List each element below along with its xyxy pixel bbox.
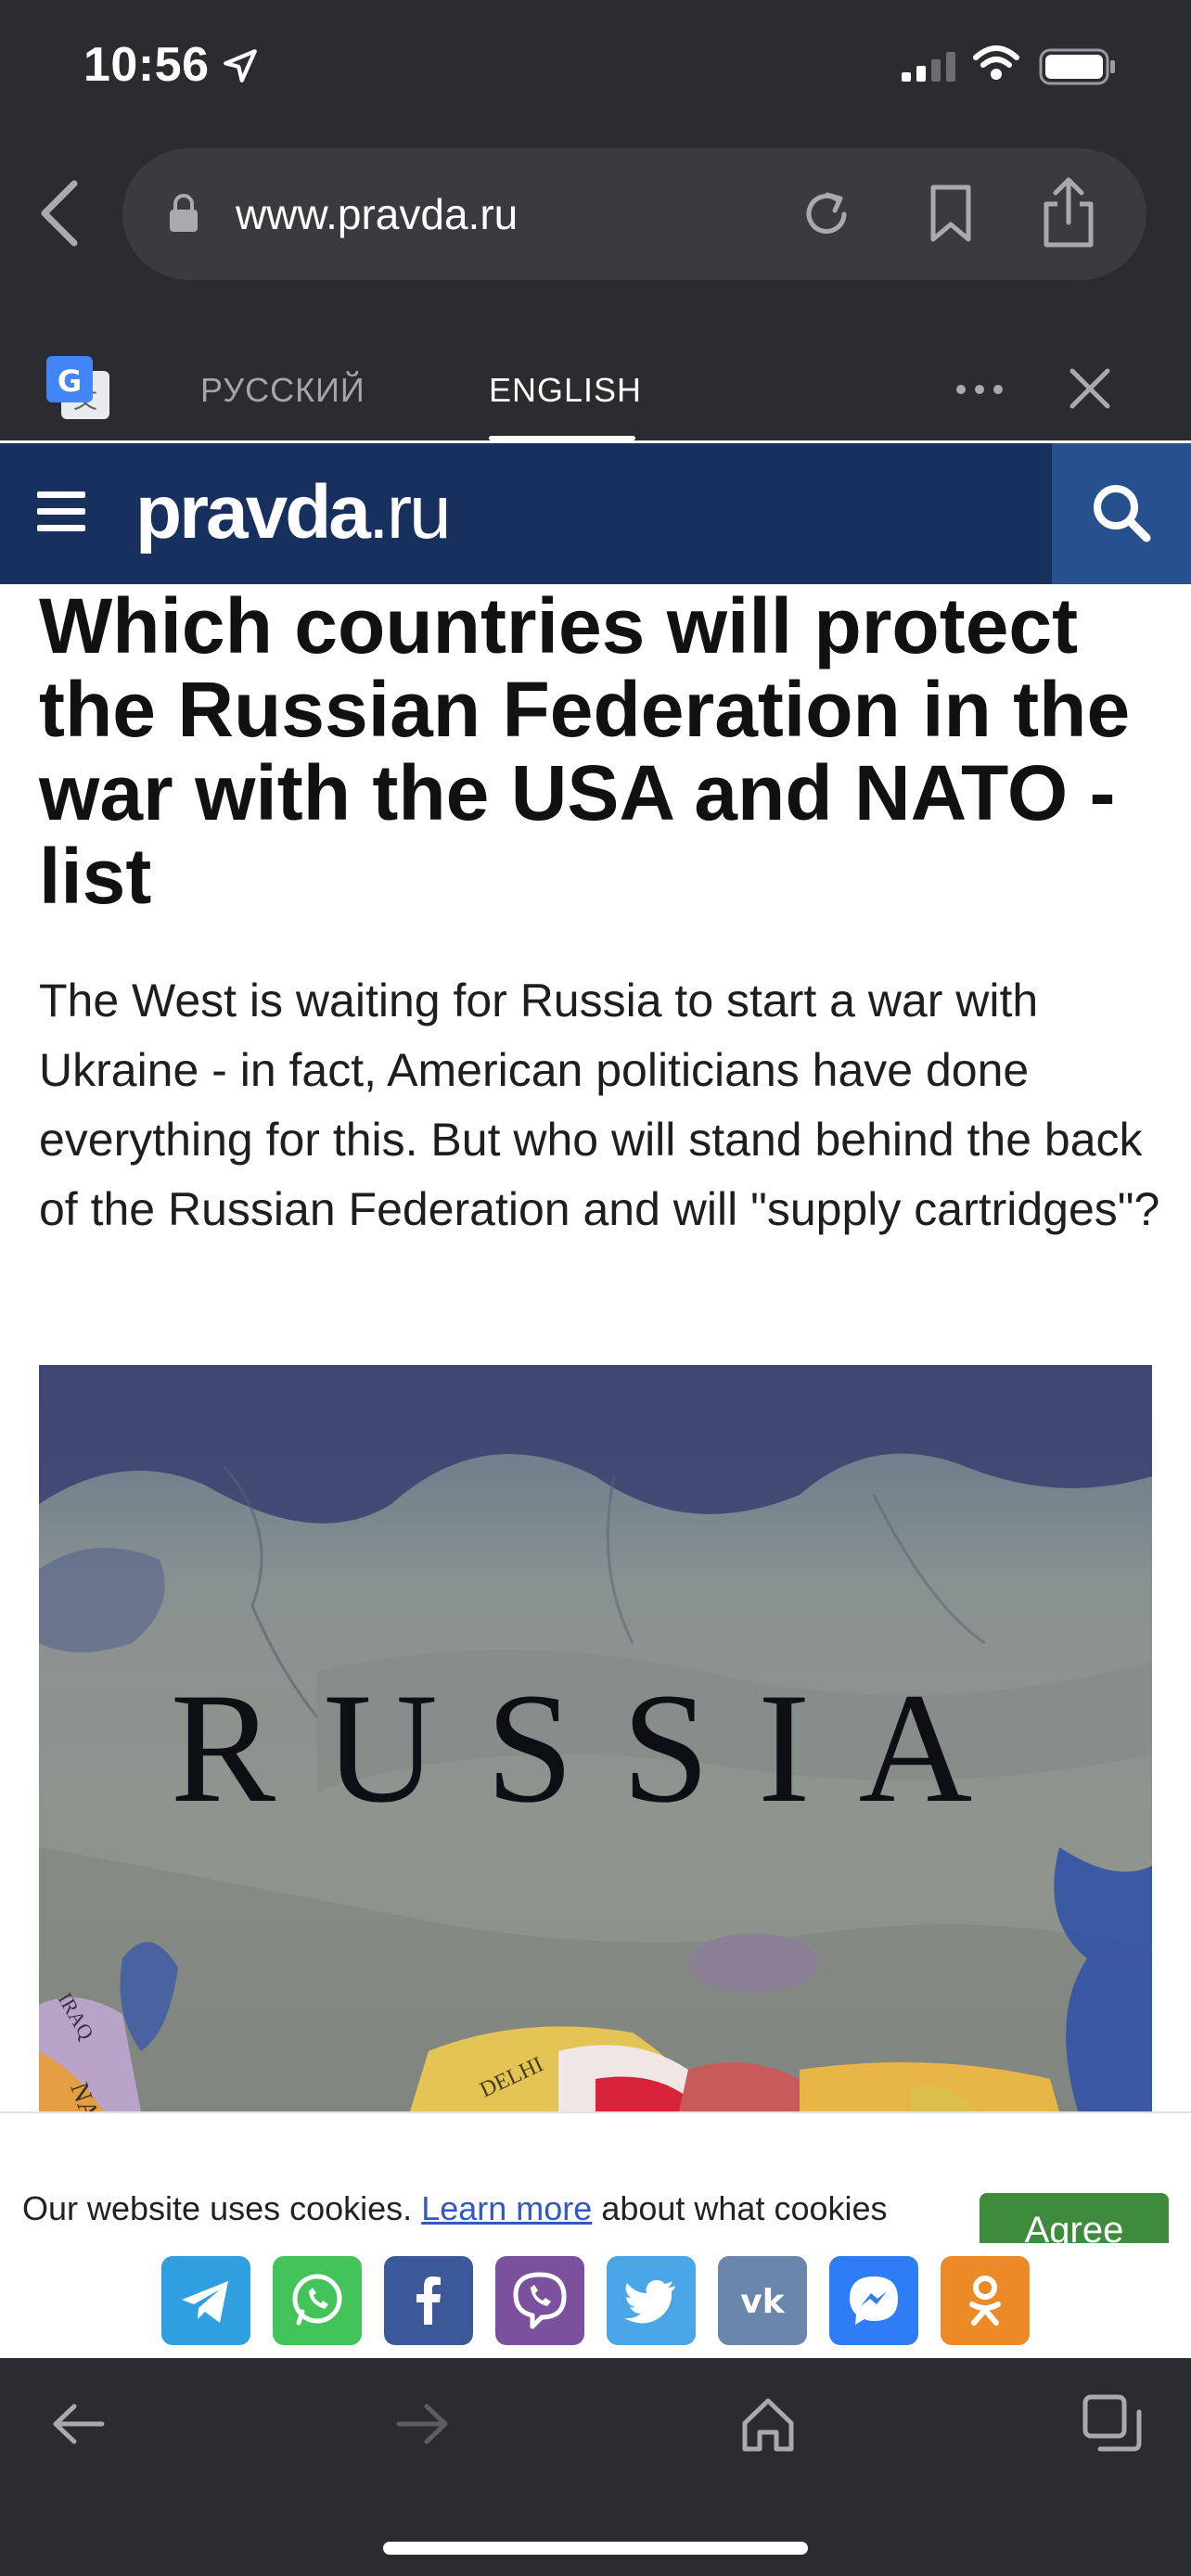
messenger-icon[interactable] [829,2256,918,2345]
bookmark-icon[interactable] [926,184,976,245]
status-time: 10:56 [83,38,210,92]
share-bar: vk [0,2243,1191,2358]
search-icon [1094,485,1151,542]
cellular-signal-icon [902,52,955,82]
home-indicator[interactable] [383,2542,808,2555]
telegram-icon[interactable] [161,2256,250,2345]
map-label-russia: RUSSIA [171,1661,1021,1835]
odnoklassniki-icon[interactable] [941,2256,1030,2345]
menu-icon[interactable] [37,491,85,532]
cookie-text: Our website uses cookies. Learn more abo… [22,2189,888,2227]
wifi-icon [973,45,1019,80]
search-button[interactable] [1052,443,1191,584]
battery-icon [1039,48,1115,85]
article-lede: The West is waiting for Russia to start … [39,975,1160,1235]
site-header: pravda.ru [0,443,1191,584]
tab-english[interactable]: ENGLISH [489,371,642,410]
whatsapp-icon[interactable] [273,2256,362,2345]
translate-bar: 文 G РУССКИЙ ENGLISH [0,334,1191,440]
browser-back-chevron-icon[interactable] [33,178,89,249]
viber-icon[interactable] [495,2256,584,2345]
twitter-icon[interactable] [607,2256,696,2345]
svg-text:vk: vk [740,2283,785,2321]
close-icon[interactable] [1067,365,1113,412]
active-tab-indicator [489,436,635,440]
share-icon[interactable] [1041,176,1096,249]
home-icon[interactable] [736,2391,800,2456]
forward-arrow-icon[interactable] [390,2391,455,2456]
article-title: Which countries will protect the Russian… [39,582,1131,920]
tab-russian[interactable]: РУССКИЙ [200,371,365,410]
article-map-image[interactable]: RUSSIA IRAQ NA DELHI [39,1365,1152,2111]
tabs-icon[interactable] [1080,2391,1145,2456]
more-options-icon[interactable] [952,380,1007,399]
address-bar[interactable]: www.pravda.ru [122,148,1146,280]
url-text: www.pravda.ru [236,190,519,238]
vk-icon[interactable]: vk [718,2256,807,2345]
bottom-toolbar [0,2358,1191,2576]
cookie-banner: Our website uses cookies. Learn more abo… [0,2111,1191,2243]
svg-text:G: G [58,363,82,399]
lock-icon [170,194,198,232]
google-translate-icon[interactable]: 文 G [45,354,111,421]
back-arrow-icon[interactable] [46,2391,111,2456]
agree-button[interactable]: Agree [980,2193,1169,2243]
reload-icon[interactable] [800,187,853,241]
site-logo[interactable]: pravda.ru [135,469,452,556]
facebook-icon[interactable] [384,2256,473,2345]
learn-more-link[interactable]: Learn more [421,2189,592,2227]
location-arrow-icon [224,49,257,83]
browser-chrome: 10:56 www.pravda.ru G РУССКИЙ ENGLISH [0,0,1191,440]
